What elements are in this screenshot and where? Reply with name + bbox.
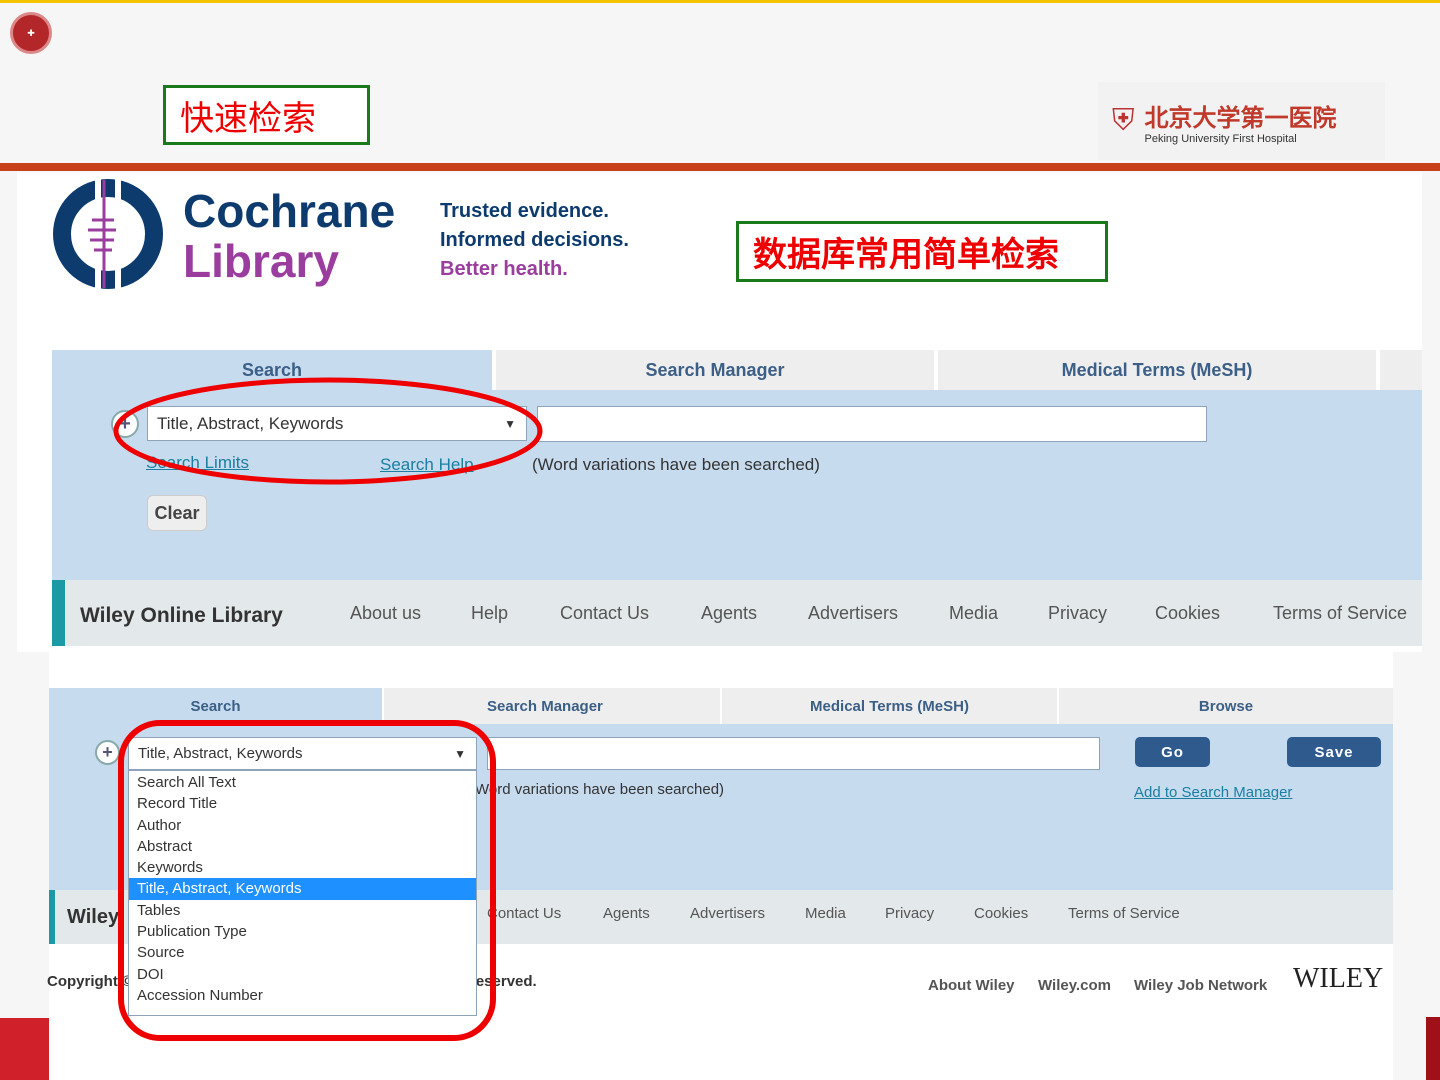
red-rounded-annotation [118, 720, 496, 1041]
search-input[interactable] [487, 737, 1100, 770]
clear-button[interactable]: Clear [147, 495, 207, 531]
footer-link[interactable]: Help [471, 603, 508, 624]
quick-search-label-box: 快速检索 [163, 85, 370, 145]
hospital-name-en: Peking University First Hospital [1144, 132, 1297, 145]
library-logo-text: Library [183, 235, 339, 287]
footer-link[interactable]: Agents [701, 603, 757, 624]
tab-more[interactable] [1380, 350, 1422, 390]
footer-link[interactable]: Cookies [1155, 603, 1220, 624]
simple-search-label-box: 数据库常用简单检索 [736, 221, 1108, 282]
tagline-1: Trusted evidence. [440, 200, 609, 222]
footer-accent [52, 580, 65, 646]
footer-accent [49, 890, 55, 944]
footer-link[interactable]: Advertisers [808, 603, 898, 624]
tagline-2: Informed decisions. [440, 229, 629, 251]
wiley-logo: WILEY [1293, 963, 1384, 994]
tab-search-manager[interactable]: Search Manager [384, 688, 720, 724]
hospital-name-cn: 北京大学第一医院 [1144, 102, 1337, 132]
tab-search-manager[interactable]: Search Manager [496, 350, 934, 390]
word-variations-note: (Word variations have been searched) [532, 455, 820, 474]
search-input[interactable] [537, 406, 1207, 442]
footer-link[interactable]: Privacy [885, 905, 934, 922]
footer-link[interactable]: Agents [603, 905, 650, 922]
tab-mesh[interactable]: Medical Terms (MeSH) [722, 688, 1057, 724]
hospital-emblem-icon: ⛨ [1112, 104, 1135, 137]
footer-link[interactable]: Terms of Service [1273, 603, 1407, 624]
hospital-logo: ⛨ 北京大学第一医院 Peking University First Hospit… [1098, 82, 1385, 160]
cochrane-tagline: Trusted evidence. Informed decisions. Be… [440, 197, 629, 284]
footer-link[interactable]: Privacy [1048, 603, 1107, 624]
top-accent-line [0, 0, 1440, 3]
cochrane-logo-text: Cochrane [183, 185, 396, 237]
save-button[interactable]: Save [1287, 737, 1381, 767]
wiley-online-library-brand[interactable]: Wiley Online Library [80, 604, 283, 628]
footer-link[interactable]: Contact Us [487, 905, 561, 922]
university-seal-logo: ✚ [10, 12, 52, 54]
cochrane-logo-icon [53, 178, 163, 290]
footer-link[interactable]: Advertisers [690, 905, 765, 922]
footer-link[interactable]: Contact Us [560, 603, 649, 624]
footer-link[interactable]: Cookies [974, 905, 1028, 922]
footer-link[interactable]: About us [350, 603, 421, 624]
add-row-plus-icon[interactable]: + [95, 740, 120, 765]
word-variations-note: (Word variations have been searched) [470, 781, 725, 798]
slide-corner-decoration [0, 1018, 49, 1080]
about-wiley-link[interactable]: About Wiley [928, 977, 1015, 994]
add-to-search-manager-link[interactable]: Add to Search Manager [1134, 784, 1292, 801]
slide-corner-decoration [1426, 1017, 1440, 1080]
wiley-brand[interactable]: Wiley [67, 906, 119, 929]
wiley-job-network-link[interactable]: Wiley Job Network [1134, 977, 1267, 994]
wiley-com-link[interactable]: Wiley.com [1038, 977, 1111, 994]
tab-search[interactable]: Search [49, 688, 382, 724]
red-ellipse-annotation [113, 377, 543, 485]
go-button[interactable]: Go [1135, 737, 1210, 767]
tab-mesh[interactable]: Medical Terms (MeSH) [938, 350, 1376, 390]
footer-link[interactable]: Media [949, 603, 998, 624]
tagline-3: Better health. [440, 258, 568, 280]
tab-browse[interactable]: Browse [1059, 688, 1393, 724]
footer-link[interactable]: Terms of Service [1068, 905, 1180, 922]
footer-link[interactable]: Media [805, 905, 846, 922]
divider-line [0, 163, 1440, 171]
